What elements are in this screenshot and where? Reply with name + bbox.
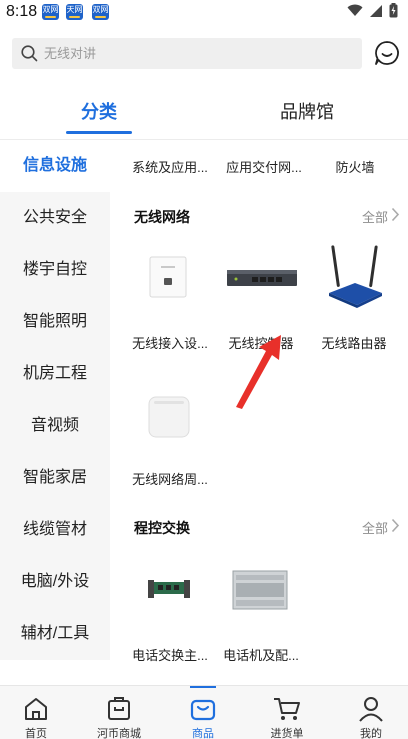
system-status-icons [347, 3, 398, 18]
search-input[interactable]: 无线对讲 [44, 38, 96, 69]
profile-icon [359, 697, 383, 722]
active-tab-underline [66, 131, 132, 134]
category-sidebar: 信息设施 公共安全 楼宇自控 智能照明 机房工程 音视频 智能家居 线缆管材 电… [0, 140, 110, 660]
chevron-right-icon[interactable] [391, 518, 400, 533]
sidebar-item-audio-video[interactable]: 音视频 [0, 400, 110, 452]
tab-brand-hall[interactable]: 品牌馆 [262, 98, 352, 124]
grid-item-label[interactable]: 电话交换主... [124, 645, 216, 664]
category-tabs: 分类 品牌馆 [0, 86, 408, 140]
grid-item-label[interactable]: 系统及应用... [124, 157, 216, 176]
grid-item-label[interactable]: 无线路由器 [308, 333, 400, 352]
battery-charging-icon [389, 3, 398, 18]
goods-icon [190, 699, 216, 721]
section-title: 无线网络 [134, 209, 190, 225]
sidebar-item-info-facilities[interactable]: 信息设施 [0, 140, 110, 192]
search-bar[interactable]: 无线对讲 [12, 38, 362, 69]
signal-icon [370, 4, 382, 17]
sidebar-item-public-safety[interactable]: 公共安全 [0, 192, 110, 244]
category-content: 系统及应用... 应用交付网... 防火墙 无线网络 全部 无线接入设... 无… [110, 140, 408, 685]
tab-category[interactable]: 分类 [66, 98, 132, 124]
sidebar-item-smart-home[interactable]: 智能家居 [0, 452, 110, 504]
search-icon [21, 45, 38, 62]
store-icon [108, 697, 130, 720]
wifi-icon [347, 4, 363, 16]
nav-label: 河币商城 [97, 728, 141, 739]
switch-board-icon[interactable] [146, 576, 192, 602]
nav-label: 商品 [192, 728, 214, 739]
network-peripheral-icon[interactable] [146, 394, 192, 440]
section-more-link[interactable]: 全部 [362, 207, 388, 226]
section-more-link[interactable]: 全部 [362, 518, 388, 537]
section-title: 程控交换 [134, 520, 190, 536]
sidebar-item-server-room[interactable]: 机房工程 [0, 348, 110, 400]
sidebar-item-computer-peripherals[interactable]: 电脑/外设 [0, 556, 110, 608]
app-screen: 8:18 双网 天网 双网 无线对讲 分类 品牌馆 信息设施 公共安全 楼宇自控… [0, 0, 408, 739]
nav-home[interactable]: 首页 [0, 686, 76, 739]
chevron-right-icon[interactable] [391, 207, 400, 222]
nav-label: 我的 [360, 728, 382, 739]
nav-store[interactable]: 河币商城 [79, 686, 159, 739]
status-time: 8:18 [6, 3, 38, 20]
bottom-navigation: 首页 河币商城 商品 进货单 我的 [0, 685, 408, 739]
annotation-arrow-icon [236, 335, 281, 409]
nav-label: 首页 [25, 728, 47, 739]
grid-item-label[interactable]: 电话机及配... [215, 645, 307, 664]
status-bar: 8:18 双网 天网 双网 [0, 0, 408, 26]
grid-item-label[interactable]: 无线网络周... [124, 469, 216, 488]
pbx-cabinet-icon[interactable] [231, 569, 289, 611]
wireless-router-icon[interactable] [325, 243, 385, 309]
chat-icon[interactable] [374, 40, 400, 66]
grid-item-label[interactable]: 应用交付网... [218, 157, 310, 176]
sidebar-item-smart-lighting[interactable]: 智能照明 [0, 296, 110, 348]
cart-icon [274, 698, 300, 720]
grid-item-label[interactable]: 无线接入设... [124, 333, 216, 352]
grid-item-label[interactable]: 防火墙 [309, 157, 401, 176]
sidebar-item-building-automation[interactable]: 楼宇自控 [0, 244, 110, 296]
notification-icon: 天网 [66, 4, 83, 20]
nav-goods[interactable]: 商品 [163, 686, 243, 739]
sidebar-item-cables-pipes[interactable]: 线缆管材 [0, 504, 110, 556]
home-icon [25, 698, 47, 720]
wall-access-point-icon[interactable] [148, 256, 188, 298]
nav-profile[interactable]: 我的 [331, 686, 408, 739]
notification-icon: 双网 [42, 4, 59, 20]
nav-label: 进货单 [270, 728, 304, 739]
nav-purchase-list[interactable]: 进货单 [247, 686, 327, 739]
sidebar-item-materials-tools[interactable]: 辅材/工具 [0, 608, 110, 660]
wireless-controller-icon[interactable] [226, 266, 298, 292]
notification-icon: 双网 [92, 4, 109, 20]
